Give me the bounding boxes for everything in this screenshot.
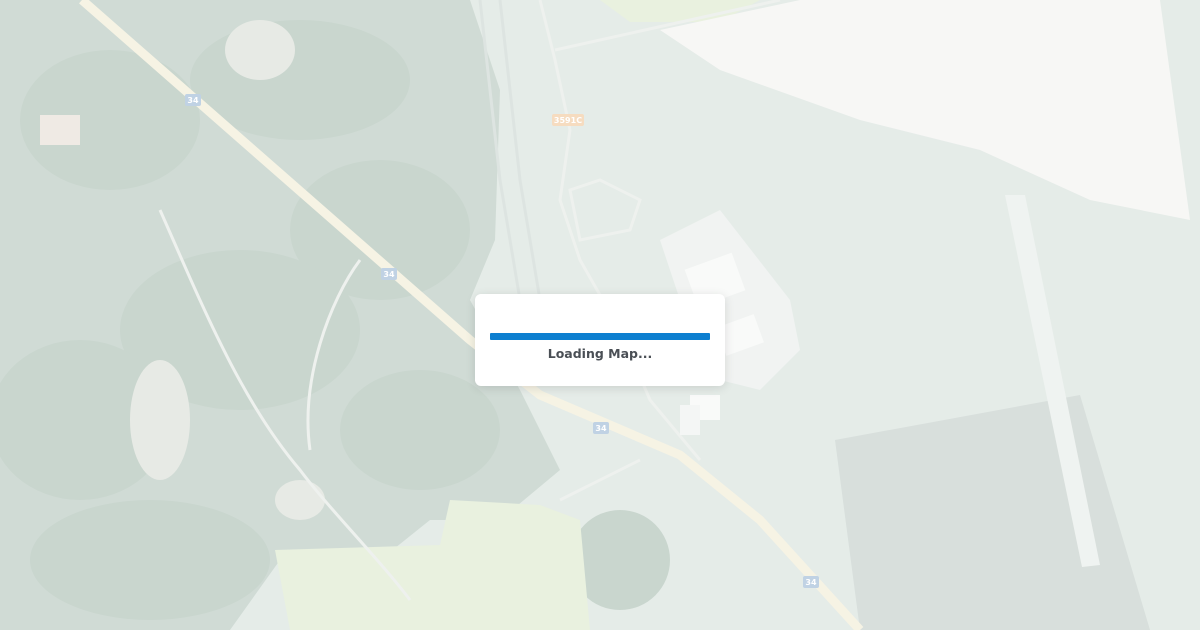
- road-badge-34-a: 34: [185, 94, 201, 106]
- loading-progress-fill: [490, 333, 710, 340]
- road-badge-34-b: 34: [381, 268, 397, 280]
- road-badge-34-c: 34: [593, 422, 609, 434]
- road-badge-34-d: 34: [803, 576, 819, 588]
- svg-text:34: 34: [187, 96, 199, 105]
- svg-text:3591C: 3591C: [554, 116, 582, 125]
- svg-text:34: 34: [595, 424, 607, 433]
- svg-text:34: 34: [383, 270, 395, 279]
- road-badge-3591c: 3591C: [552, 114, 584, 126]
- loading-dialog: Loading Map...: [475, 294, 725, 386]
- loading-progress-bar: [490, 333, 710, 340]
- svg-text:34: 34: [805, 578, 817, 587]
- loading-label: Loading Map...: [547, 346, 653, 361]
